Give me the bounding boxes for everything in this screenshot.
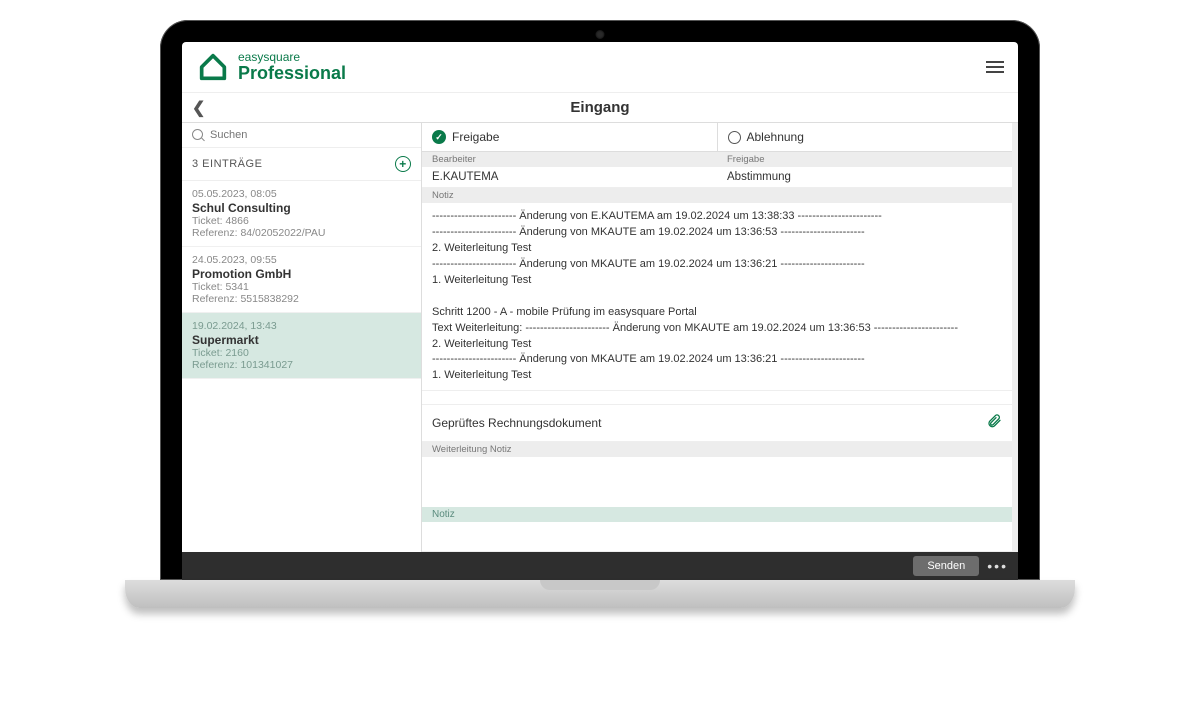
tab-reject[interactable]: Ablehnung bbox=[717, 123, 1013, 151]
brand-bottom: Professional bbox=[238, 64, 346, 83]
notiz-block: Notiz ----------------------- Änderung v… bbox=[422, 188, 1012, 391]
app-viewport: easysquare Professional ❮ Eingang bbox=[182, 42, 1018, 580]
tab-reject-label: Ablehnung bbox=[747, 130, 804, 144]
detail-panel: ✓ Freigabe Ablehnung Bearbei bbox=[422, 123, 1018, 552]
notiz-label: Notiz bbox=[422, 188, 1012, 203]
entry-ticket: Ticket: 5341 bbox=[192, 281, 411, 293]
sidebar: 3 EINTRÄGE + 05.05.2023, 08:05 Schul Con… bbox=[182, 123, 422, 552]
footer-bar: Senden ••• bbox=[182, 552, 1018, 580]
paperclip-icon bbox=[986, 413, 1002, 433]
camera-dot bbox=[596, 30, 605, 39]
notiz2-label: Notiz bbox=[422, 507, 1012, 522]
body: 3 EINTRÄGE + 05.05.2023, 08:05 Schul Con… bbox=[182, 123, 1018, 552]
weiterleitung-label: Weiterleitung Notiz bbox=[422, 442, 1012, 457]
entry-count: 3 EINTRÄGE bbox=[192, 158, 262, 170]
page-title: Eingang bbox=[570, 99, 629, 116]
notiz-body: ----------------------- Änderung von E.K… bbox=[422, 203, 1012, 390]
brand-top: easysquare bbox=[238, 51, 346, 64]
send-button[interactable]: Senden bbox=[913, 556, 979, 576]
entry-ticket: Ticket: 4866 bbox=[192, 215, 411, 227]
radio-icon bbox=[728, 131, 741, 144]
entry-date: 05.05.2023, 08:05 bbox=[192, 188, 411, 200]
checkmark-icon: ✓ bbox=[432, 130, 446, 144]
list-item[interactable]: 24.05.2023, 09:55 Promotion GmbH Ticket:… bbox=[182, 247, 421, 313]
list-item[interactable]: 05.05.2023, 08:05 Schul Consulting Ticke… bbox=[182, 181, 421, 247]
entry-count-row: 3 EINTRÄGE + bbox=[182, 148, 421, 181]
weiterleitung-block[interactable]: Weiterleitung Notiz bbox=[422, 442, 1012, 507]
entry-date: 19.02.2024, 13:43 bbox=[192, 320, 411, 332]
entry-ticket: Ticket: 2160 bbox=[192, 347, 411, 359]
laptop-base bbox=[125, 580, 1075, 608]
freigabe-label: Freigabe bbox=[717, 152, 1012, 167]
scrollbar[interactable] bbox=[1012, 123, 1018, 552]
app-header: easysquare Professional bbox=[182, 42, 1018, 93]
entry-ref: Referenz: 84/02052022/PAU bbox=[192, 227, 411, 239]
laptop-notch bbox=[540, 580, 660, 590]
brand: easysquare Professional bbox=[196, 50, 346, 84]
entry-ref: Referenz: 101341027 bbox=[192, 359, 411, 371]
attachment-row[interactable]: Geprüftes Rechnungsdokument bbox=[422, 405, 1012, 442]
field-row: Bearbeiter E.KAUTEMA Freigabe Abstimmung bbox=[422, 152, 1012, 188]
house-icon bbox=[196, 50, 230, 84]
entry-ref: Referenz: 5515838292 bbox=[192, 293, 411, 305]
more-icon[interactable]: ••• bbox=[987, 558, 1008, 574]
attachment-label: Geprüftes Rechnungsdokument bbox=[432, 416, 601, 430]
title-bar: ❮ Eingang bbox=[182, 93, 1018, 123]
tab-approve[interactable]: ✓ Freigabe bbox=[422, 123, 717, 151]
notiz2-block[interactable]: Notiz bbox=[422, 507, 1012, 522]
search-row[interactable] bbox=[182, 123, 421, 148]
add-circle-icon[interactable]: + bbox=[395, 156, 411, 172]
bearbeiter-label: Bearbeiter bbox=[422, 152, 717, 167]
menu-icon[interactable] bbox=[986, 58, 1004, 76]
list-item-selected[interactable]: 19.02.2024, 13:43 Supermarkt Ticket: 216… bbox=[182, 313, 421, 379]
freigabe-value: Abstimmung bbox=[717, 167, 1012, 187]
entry-name: Supermarkt bbox=[192, 333, 411, 347]
tabs: ✓ Freigabe Ablehnung bbox=[422, 123, 1012, 152]
laptop-frame: easysquare Professional ❮ Eingang bbox=[125, 20, 1075, 650]
tab-approve-label: Freigabe bbox=[452, 130, 499, 144]
entry-name: Promotion GmbH bbox=[192, 267, 411, 281]
laptop-screen: easysquare Professional ❮ Eingang bbox=[160, 20, 1040, 580]
entry-name: Schul Consulting bbox=[192, 201, 411, 215]
back-button[interactable]: ❮ bbox=[192, 98, 205, 118]
entry-date: 24.05.2023, 09:55 bbox=[192, 254, 411, 266]
search-icon bbox=[192, 129, 204, 141]
bearbeiter-value: E.KAUTEMA bbox=[422, 167, 717, 187]
search-input[interactable] bbox=[210, 129, 411, 141]
